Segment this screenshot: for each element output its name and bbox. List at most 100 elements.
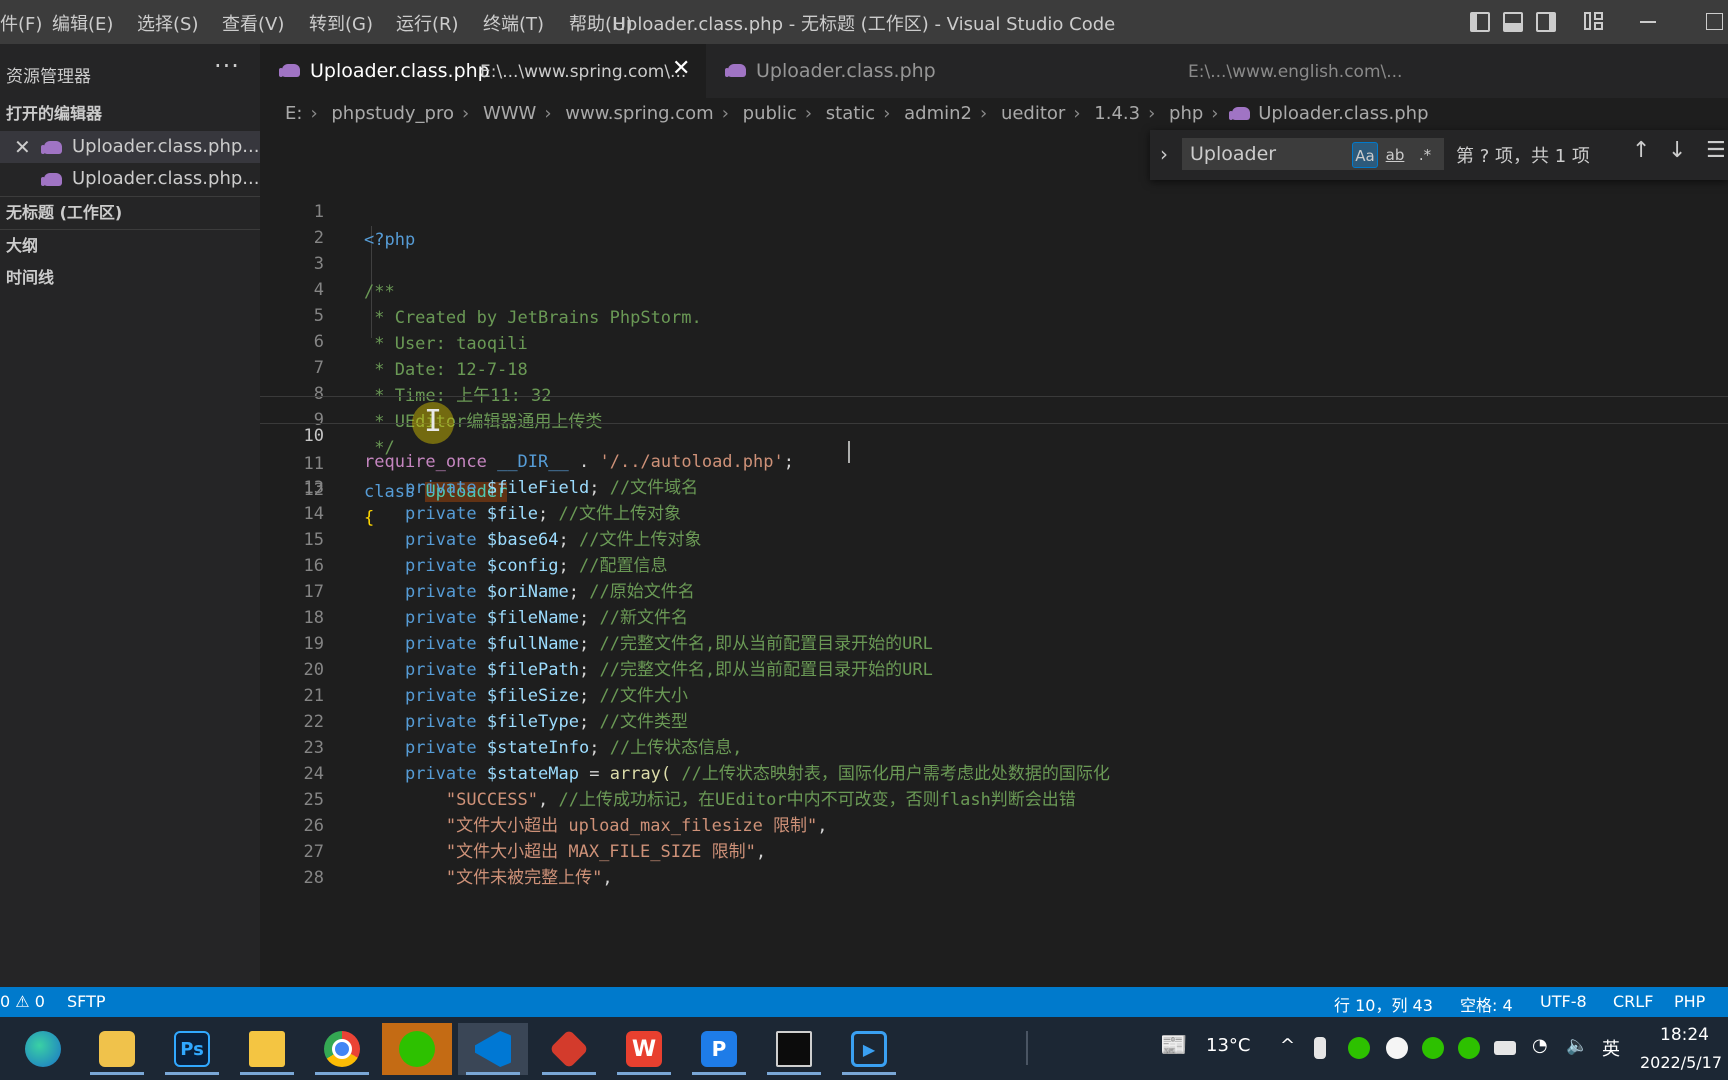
menu-selection[interactable]: 选择(S) [137, 10, 198, 36]
title-bar: 件(F) 编辑(E) 选择(S) 查看(V) 转到(G) 运行(R) 终端(T)… [0, 0, 1728, 44]
chevron-right-icon: › [1148, 103, 1156, 124]
weather-temperature[interactable]: 13°C [1206, 1035, 1250, 1056]
taskbar-photoshop[interactable]: Ps [157, 1023, 227, 1075]
chevron-right-icon: › [804, 103, 813, 124]
code-token: $fullName [486, 634, 579, 654]
code-token: private [404, 660, 477, 680]
breadcrumb-item[interactable]: ueditor [1001, 103, 1065, 124]
more-actions-icon[interactable]: ··· [214, 52, 240, 80]
breadcrumb-item[interactable]: www.spring.com [565, 103, 713, 124]
error-count: 0 [0, 992, 11, 1011]
code-token: private [404, 712, 477, 732]
find-in-selection-icon[interactable]: ☰ [1706, 138, 1726, 163]
encoding-status[interactable]: UTF-8 [1540, 992, 1587, 1011]
match-case-button[interactable]: Aa [1352, 142, 1378, 168]
maximize-icon[interactable] [1706, 13, 1723, 30]
line-number: 26 [303, 816, 324, 836]
timeline-section[interactable]: 时间线 [0, 262, 260, 294]
toggle-secondary-sidebar-icon[interactable] [1536, 12, 1556, 32]
breadcrumb-item[interactable]: Uploader.class.php [1258, 103, 1428, 124]
wifi-icon[interactable]: ◔ [1532, 1035, 1548, 1056]
taskbar-explorer[interactable] [232, 1023, 302, 1075]
news-widget-icon[interactable]: 📰 [1160, 1033, 1187, 1058]
taskbar-wechat[interactable] [382, 1023, 452, 1075]
qq-tray-icon[interactable] [1386, 1037, 1408, 1059]
breadcrumb-item[interactable]: public [743, 103, 797, 124]
breadcrumb-item[interactable]: WWW [483, 103, 536, 124]
menu-go[interactable]: 转到(G) [309, 10, 373, 36]
line-number: 27 [303, 842, 324, 862]
wechat-tray-icon[interactable] [1422, 1037, 1444, 1059]
input-method-indicator[interactable]: 英 [1602, 1035, 1620, 1061]
toggle-replace-chevron-icon[interactable]: › [1160, 142, 1168, 166]
taskbar-app-red[interactable] [534, 1023, 604, 1075]
taskbar-chrome[interactable] [307, 1023, 377, 1075]
code-editor[interactable]: 1 <?php 2 3 /** 4 * Created by JetBrains… [260, 170, 1728, 987]
indentation-status[interactable]: 空格: 4 [1460, 992, 1513, 1016]
breadcrumb-item[interactable]: phpstudy_pro [331, 103, 454, 124]
breadcrumb-item[interactable]: static [826, 103, 875, 124]
menu-file[interactable]: 件(F) [0, 10, 42, 36]
cursor-position[interactable]: 行 10，列 43 [1334, 992, 1433, 1016]
code-line: 6 * Date: 12-7-18 [260, 300, 1728, 380]
language-mode[interactable]: PHP [1674, 992, 1705, 1011]
wechat-tray-icon[interactable] [1348, 1037, 1370, 1059]
close-icon[interactable]: ✕ [672, 56, 690, 81]
open-editors-header[interactable]: 打开的编辑器 [0, 98, 260, 130]
menu-help[interactable]: 帮助(H) [569, 10, 633, 36]
clock-date[interactable]: 2022/5/17 [1640, 1053, 1722, 1072]
open-editor-item[interactable]: Uploader.class.php... [0, 163, 260, 195]
taskbar-edge[interactable] [8, 1023, 78, 1075]
menu-terminal[interactable]: 终端(T) [483, 10, 544, 36]
menu-edit[interactable]: 编辑(E) [52, 10, 113, 36]
chevron-right-icon: › [1073, 103, 1081, 124]
line-number: 23 [303, 738, 324, 758]
taskbar-vscode[interactable] [458, 1023, 528, 1075]
open-editor-item[interactable]: ✕ Uploader.class.php... [0, 131, 260, 163]
workspace-section[interactable]: 无标题 (工作区) [0, 196, 260, 228]
code-line: 27 "文件大小超出 MAX_FILE_SIZE 限制", [260, 838, 1728, 866]
minimize-icon[interactable] [1640, 21, 1656, 23]
code-token: private [404, 504, 477, 524]
ibeam-cursor-icon: I [424, 404, 443, 439]
taskbar-terminal[interactable] [759, 1023, 829, 1075]
code-line: 12 { [260, 448, 1728, 528]
status-bar: 0 ⚠ 0 SFTP 行 10，列 43 空格: 4 UTF-8 CRLF PH… [0, 987, 1728, 1017]
line-number: 13 [303, 478, 324, 498]
code-line: 17 private $oriName; //原始文件名 [260, 578, 1728, 606]
breadcrumb-item[interactable]: E: [285, 103, 302, 124]
breadcrumb-item[interactable]: 1.4.3 [1094, 103, 1140, 124]
clock-time[interactable]: 18:24 [1660, 1025, 1709, 1045]
show-hidden-icons-icon[interactable]: ^ [1280, 1035, 1295, 1056]
taskbar-p-app[interactable]: P [684, 1023, 754, 1075]
battery-icon[interactable] [1494, 1041, 1516, 1055]
breadcrumb-item[interactable]: admin2 [904, 103, 972, 124]
customize-layout-icon[interactable] [1584, 12, 1604, 32]
taskbar-notepad[interactable] [82, 1023, 152, 1075]
taskbar-media-player[interactable]: ▶ [834, 1023, 904, 1075]
wechat-tray-icon[interactable] [1458, 1037, 1480, 1059]
outline-section[interactable]: 大纲 [0, 229, 260, 261]
taskbar-wps[interactable]: W [609, 1023, 679, 1075]
code-token: private [404, 738, 477, 758]
photoshop-icon: Ps [174, 1031, 210, 1067]
eol-status[interactable]: CRLF [1613, 992, 1653, 1011]
code-line: 26 "文件大小超出 upload_max_filesize 限制", [260, 812, 1728, 840]
use-regex-button[interactable]: .* [1412, 142, 1438, 168]
menu-view[interactable]: 查看(V) [222, 10, 284, 36]
toggle-primary-sidebar-icon[interactable] [1470, 12, 1490, 32]
volume-icon[interactable]: 🔈 [1566, 1035, 1588, 1056]
tab-uploader-spring[interactable]: Uploader.class.php E:\...\www.spring.com… [260, 44, 706, 98]
usb-device-icon[interactable] [1314, 1037, 1326, 1059]
tab-uploader-english[interactable]: Uploader.class.php E:\...\www.english.co… [706, 44, 1426, 98]
code-token: "文件未被完整上传" [445, 868, 603, 888]
menu-run[interactable]: 运行(R) [396, 10, 459, 36]
sftp-status[interactable]: SFTP [67, 992, 106, 1011]
next-match-icon[interactable]: ↓ [1668, 138, 1686, 163]
problems-status[interactable]: 0 ⚠ 0 [0, 992, 45, 1011]
breadcrumb-item[interactable]: php [1169, 103, 1203, 124]
toggle-panel-icon[interactable] [1503, 12, 1523, 32]
previous-match-icon[interactable]: ↑ [1632, 138, 1650, 163]
match-whole-word-button[interactable]: ab [1382, 142, 1408, 168]
close-icon[interactable]: ✕ [14, 131, 31, 163]
